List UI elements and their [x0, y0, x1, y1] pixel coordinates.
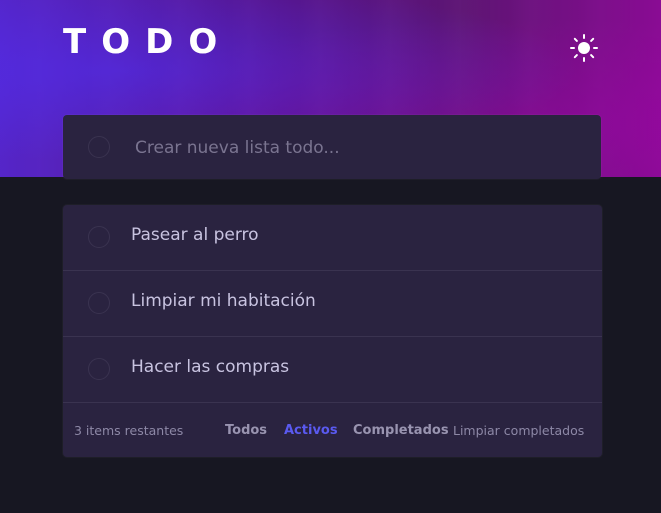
todo-checkbox[interactable]	[88, 226, 110, 248]
app-title: TODO	[63, 22, 233, 62]
filter-completed-button[interactable]: Completados	[353, 423, 449, 438]
list-item[interactable]: Hacer las compras	[63, 337, 602, 403]
todo-checkbox[interactable]	[88, 292, 110, 314]
todo-checkbox[interactable]	[88, 358, 110, 380]
new-todo-checkbox[interactable]	[88, 136, 110, 158]
todo-text: Pasear al perro	[131, 225, 259, 245]
theme-toggle-button[interactable]	[569, 33, 599, 63]
items-left-count: 3 items restantes	[74, 423, 184, 438]
list-item[interactable]: Limpiar mi habitación	[63, 271, 602, 337]
new-todo-card	[63, 115, 601, 179]
sun-icon	[570, 34, 598, 62]
list-item[interactable]: Pasear al perro	[63, 205, 602, 271]
filter-active-button[interactable]: Activos	[284, 423, 338, 438]
filter-all-button[interactable]: Todos	[225, 423, 267, 438]
clear-completed-button[interactable]: Limpiar completados	[453, 423, 584, 438]
new-todo-input[interactable]	[133, 133, 577, 163]
todo-text: Limpiar mi habitación	[131, 291, 316, 311]
todo-list: Pasear al perro Limpiar mi habitación Ha…	[63, 205, 602, 457]
todo-text: Hacer las compras	[131, 357, 290, 377]
list-footer: 3 items restantes Todos Activos Completa…	[63, 403, 602, 459]
